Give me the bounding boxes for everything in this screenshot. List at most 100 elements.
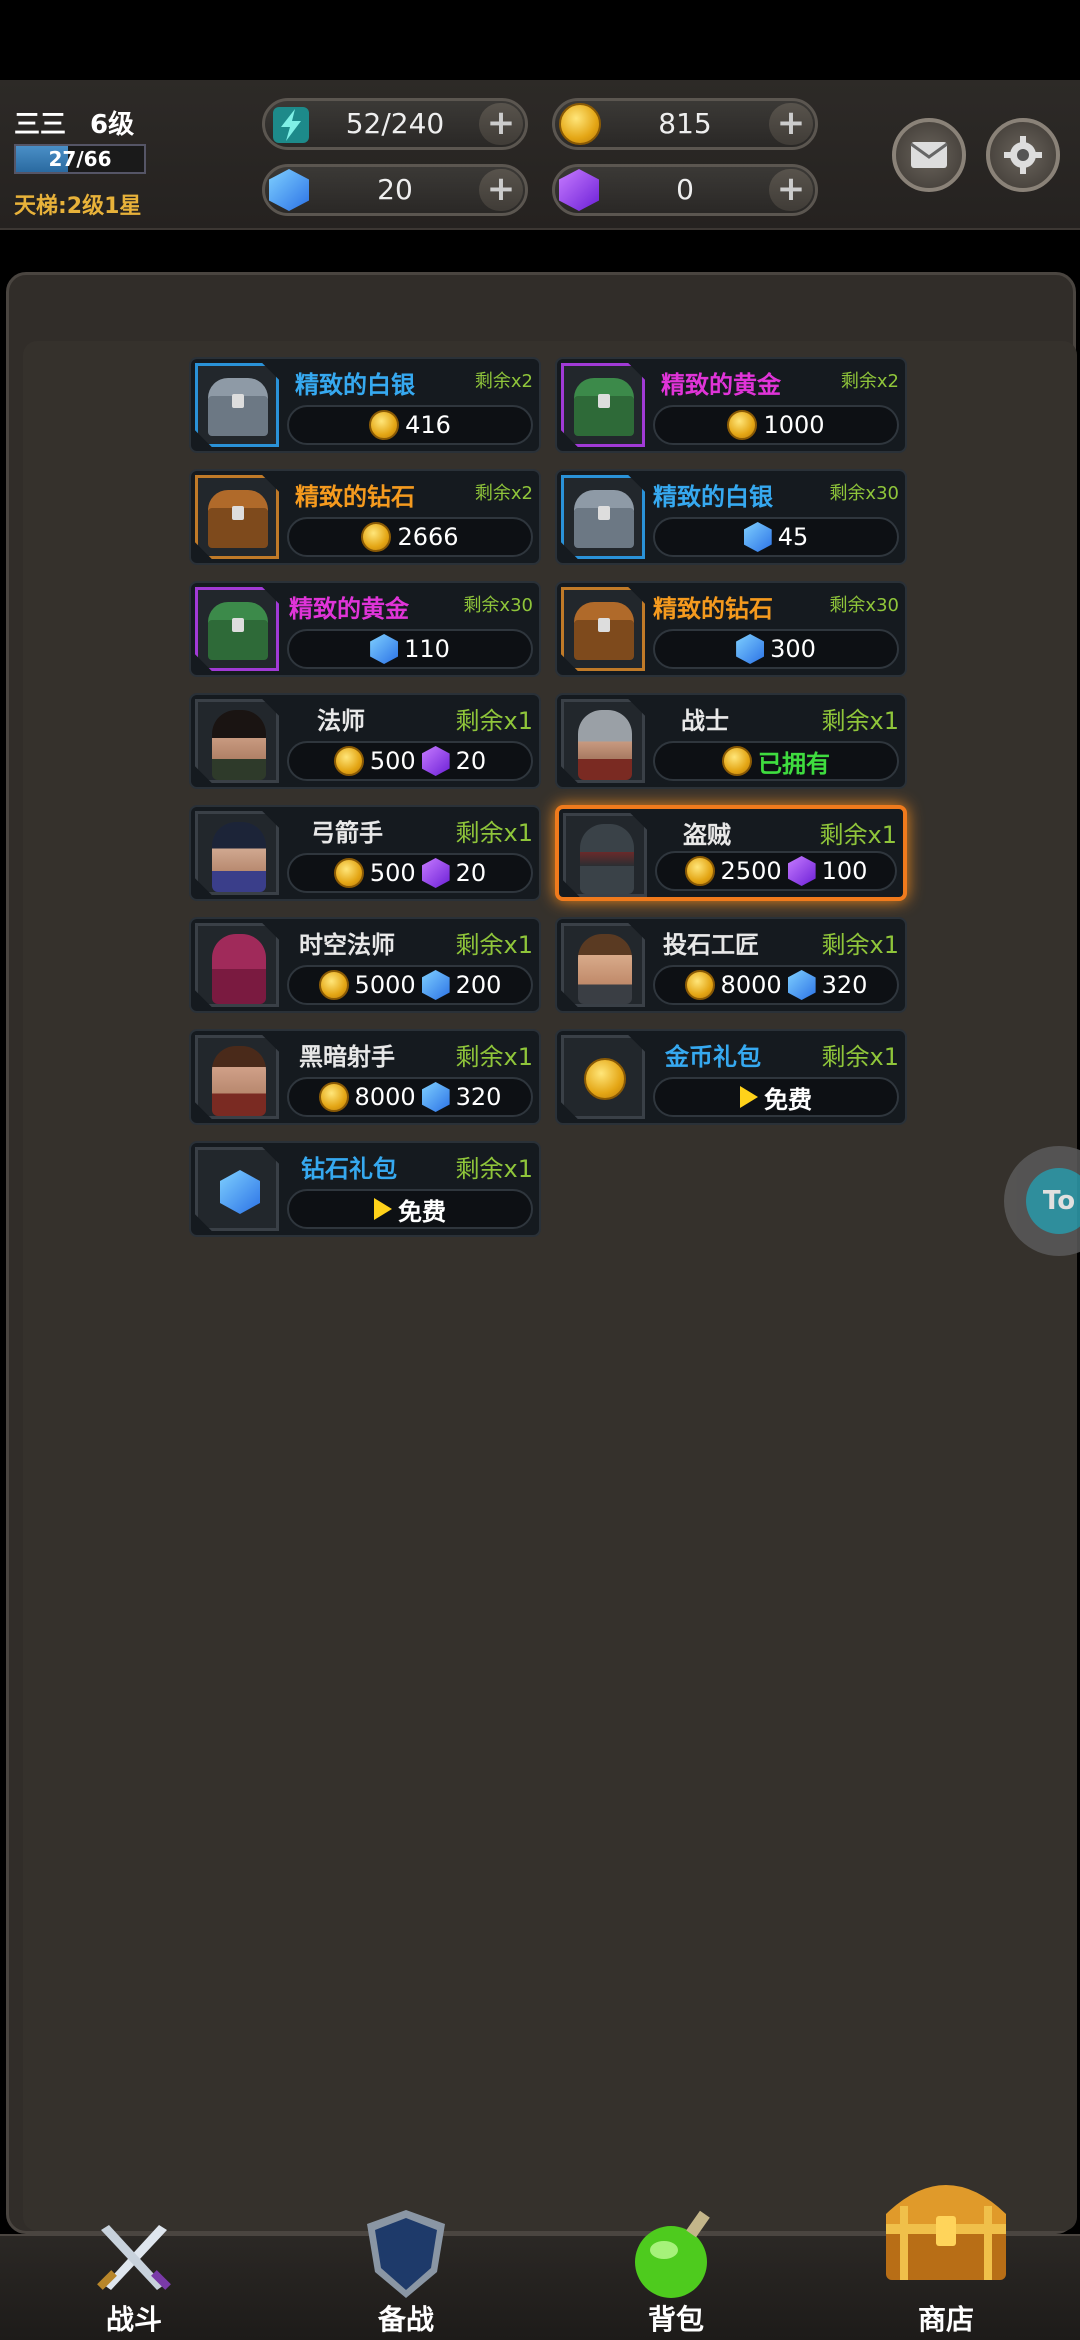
blue-gem-icon	[787, 970, 816, 1000]
free-label: 免费	[398, 1197, 446, 1226]
shop-item-gem-pack[interactable]: 钻石礼包 剩余x1 免费	[189, 1141, 541, 1237]
item-title: 精致的白银	[653, 483, 773, 511]
buy-button[interactable]: 45	[653, 517, 899, 557]
nav-bag-label: 背包	[647, 2303, 704, 2336]
time-mage-portrait	[195, 923, 279, 1007]
shop-item-dark-archer[interactable]: 黑暗射手 剩余x1 8000 320	[189, 1029, 541, 1125]
bottom-nav: 战斗 备战 背包 商店	[0, 2185, 1080, 2340]
buy-button[interactable]: 2500 100	[655, 851, 897, 891]
shop-item-silver-chest-1[interactable]: 精致的白银 剩余x2 416	[189, 357, 541, 453]
shield-icon	[367, 2210, 445, 2298]
blue-gem-icon	[743, 522, 772, 552]
stone-thrower-portrait	[561, 923, 645, 1007]
item-remain: 剩余x2	[474, 483, 533, 504]
shop-item-gold-pack[interactable]: 金币礼包 剩余x1 免费	[555, 1029, 907, 1125]
energy-icon	[273, 107, 309, 143]
gold-price: 500	[369, 747, 416, 775]
purple-gem-icon	[787, 856, 816, 886]
shop-item-thief[interactable]: 盗贼 剩余x1 2500 100	[555, 805, 907, 901]
buy-button[interactable]: 2666	[287, 517, 533, 557]
item-remain: 剩余x1	[455, 1043, 533, 1071]
item-title: 弓箭手	[311, 819, 383, 847]
gold-coin-icon	[361, 522, 392, 552]
energy-value: 52/240	[345, 107, 445, 140]
mail-icon	[910, 142, 948, 168]
gold-coin-icon	[727, 410, 758, 440]
item-title: 精致的黄金	[289, 595, 409, 623]
crossed-swords-icon	[97, 2225, 171, 2290]
item-remain: 剩余x1	[455, 1155, 533, 1183]
item-remain: 剩余x1	[821, 931, 899, 959]
nav-prepare[interactable]: 备战	[306, 2210, 506, 2340]
shop-item-diamond-chest-2[interactable]: 精致的钻石 剩余x30 300	[555, 581, 907, 677]
gold-chest-icon	[561, 363, 645, 447]
buy-button[interactable]: 110	[287, 629, 533, 669]
nav-shop-label: 商店	[917, 2303, 974, 2336]
buy-button[interactable]: 1000	[653, 405, 899, 445]
watch-ad-button[interactable]: 免费	[653, 1077, 899, 1117]
add-gold-button[interactable]: +	[769, 103, 813, 145]
shop-item-silver-chest-2[interactable]: 精致的白银 剩余x30 45	[555, 469, 907, 565]
buy-button[interactable]: 5000 200	[287, 965, 533, 1005]
gold-coin-icon	[684, 856, 715, 886]
item-title: 投石工匠	[663, 931, 759, 959]
potion-icon	[635, 2210, 710, 2298]
buy-button[interactable]: 500 20	[287, 853, 533, 893]
gem-price: 100	[821, 857, 868, 885]
settings-button[interactable]	[986, 118, 1060, 192]
item-remain: 剩余x1	[455, 819, 533, 847]
nav-shop[interactable]: 商店	[846, 2185, 1046, 2340]
xp-bar: 27/66	[14, 144, 146, 174]
add-energy-button[interactable]: +	[479, 103, 523, 145]
owned-label: 已拥有	[758, 749, 830, 778]
player-name: 三三	[14, 110, 67, 140]
ladder-rank: 天梯:2级1星	[14, 194, 142, 219]
gold-coin-icon	[333, 746, 364, 776]
shop-item-stone-thrower[interactable]: 投石工匠 剩余x1 8000 320	[555, 917, 907, 1013]
item-remain: 剩余x1	[455, 931, 533, 959]
add-purple-gem-button[interactable]: +	[769, 169, 813, 211]
price-value: 300	[770, 635, 816, 663]
nav-bag[interactable]: 背包	[576, 2210, 776, 2340]
watch-ad-button[interactable]: 免费	[287, 1189, 533, 1229]
gold-coin-icon	[318, 970, 349, 1000]
item-title: 战士	[681, 707, 729, 735]
buy-button[interactable]: 300	[653, 629, 899, 669]
mail-button[interactable]	[892, 118, 966, 192]
top-header: 三三 6级 27/66 天梯:2级1星 52/240 + 815 + 20 + …	[0, 80, 1080, 230]
warrior-portrait	[561, 699, 645, 783]
owned-indicator: 已拥有	[653, 741, 899, 781]
dark-archer-portrait	[195, 1035, 279, 1119]
item-remain: 剩余x2	[474, 371, 533, 392]
add-blue-gem-button[interactable]: +	[479, 169, 523, 211]
shop-grid: 精致的白银 剩余x2 416 精致的黄金 剩余x2 1000 精致的钻石 剩余x…	[23, 341, 1077, 2231]
buy-button[interactable]: 416	[287, 405, 533, 445]
blue-gem-icon	[736, 634, 765, 664]
shop-item-gold-chest-2[interactable]: 精致的黄金 剩余x30 110	[189, 581, 541, 677]
buy-button[interactable]: 8000 320	[287, 1077, 533, 1117]
shop-item-archer[interactable]: 弓箭手 剩余x1 500 20	[189, 805, 541, 901]
item-remain: 剩余x2	[840, 371, 899, 392]
buy-button[interactable]: 500 20	[287, 741, 533, 781]
item-title: 精致的白银	[295, 371, 415, 399]
gem-pack-icon	[195, 1147, 279, 1231]
shop-item-gold-chest-1[interactable]: 精致的黄金 剩余x2 1000	[555, 357, 907, 453]
gold-price: 8000	[354, 1083, 416, 1111]
item-remain: 剩余x1	[455, 707, 533, 735]
gold-coin-icon	[559, 103, 603, 147]
shop-item-diamond-chest-1[interactable]: 精致的钻石 剩余x2 2666	[189, 469, 541, 565]
shop-item-time-mage[interactable]: 时空法师 剩余x1 5000 200	[189, 917, 541, 1013]
diamond-chest-icon	[195, 475, 279, 559]
nav-battle[interactable]: 战斗	[34, 2225, 234, 2340]
buy-button[interactable]: 8000 320	[653, 965, 899, 1005]
diamond-chest-icon	[561, 587, 645, 671]
shop-item-mage[interactable]: 法师 剩余x1 500 20	[189, 693, 541, 789]
price-value: 2666	[397, 523, 459, 551]
item-remain: 剩余x30	[829, 483, 899, 504]
shop-item-warrior[interactable]: 战士 剩余x1 已拥有	[555, 693, 907, 789]
gold-coin-icon	[333, 858, 364, 888]
gold-pack-icon	[561, 1035, 645, 1119]
blue-gem-icon	[269, 169, 313, 213]
play-icon	[740, 1086, 758, 1108]
shop-panel: 精致的白银 剩余x2 416 精致的黄金 剩余x2 1000 精致的钻石 剩余x…	[6, 272, 1077, 2234]
